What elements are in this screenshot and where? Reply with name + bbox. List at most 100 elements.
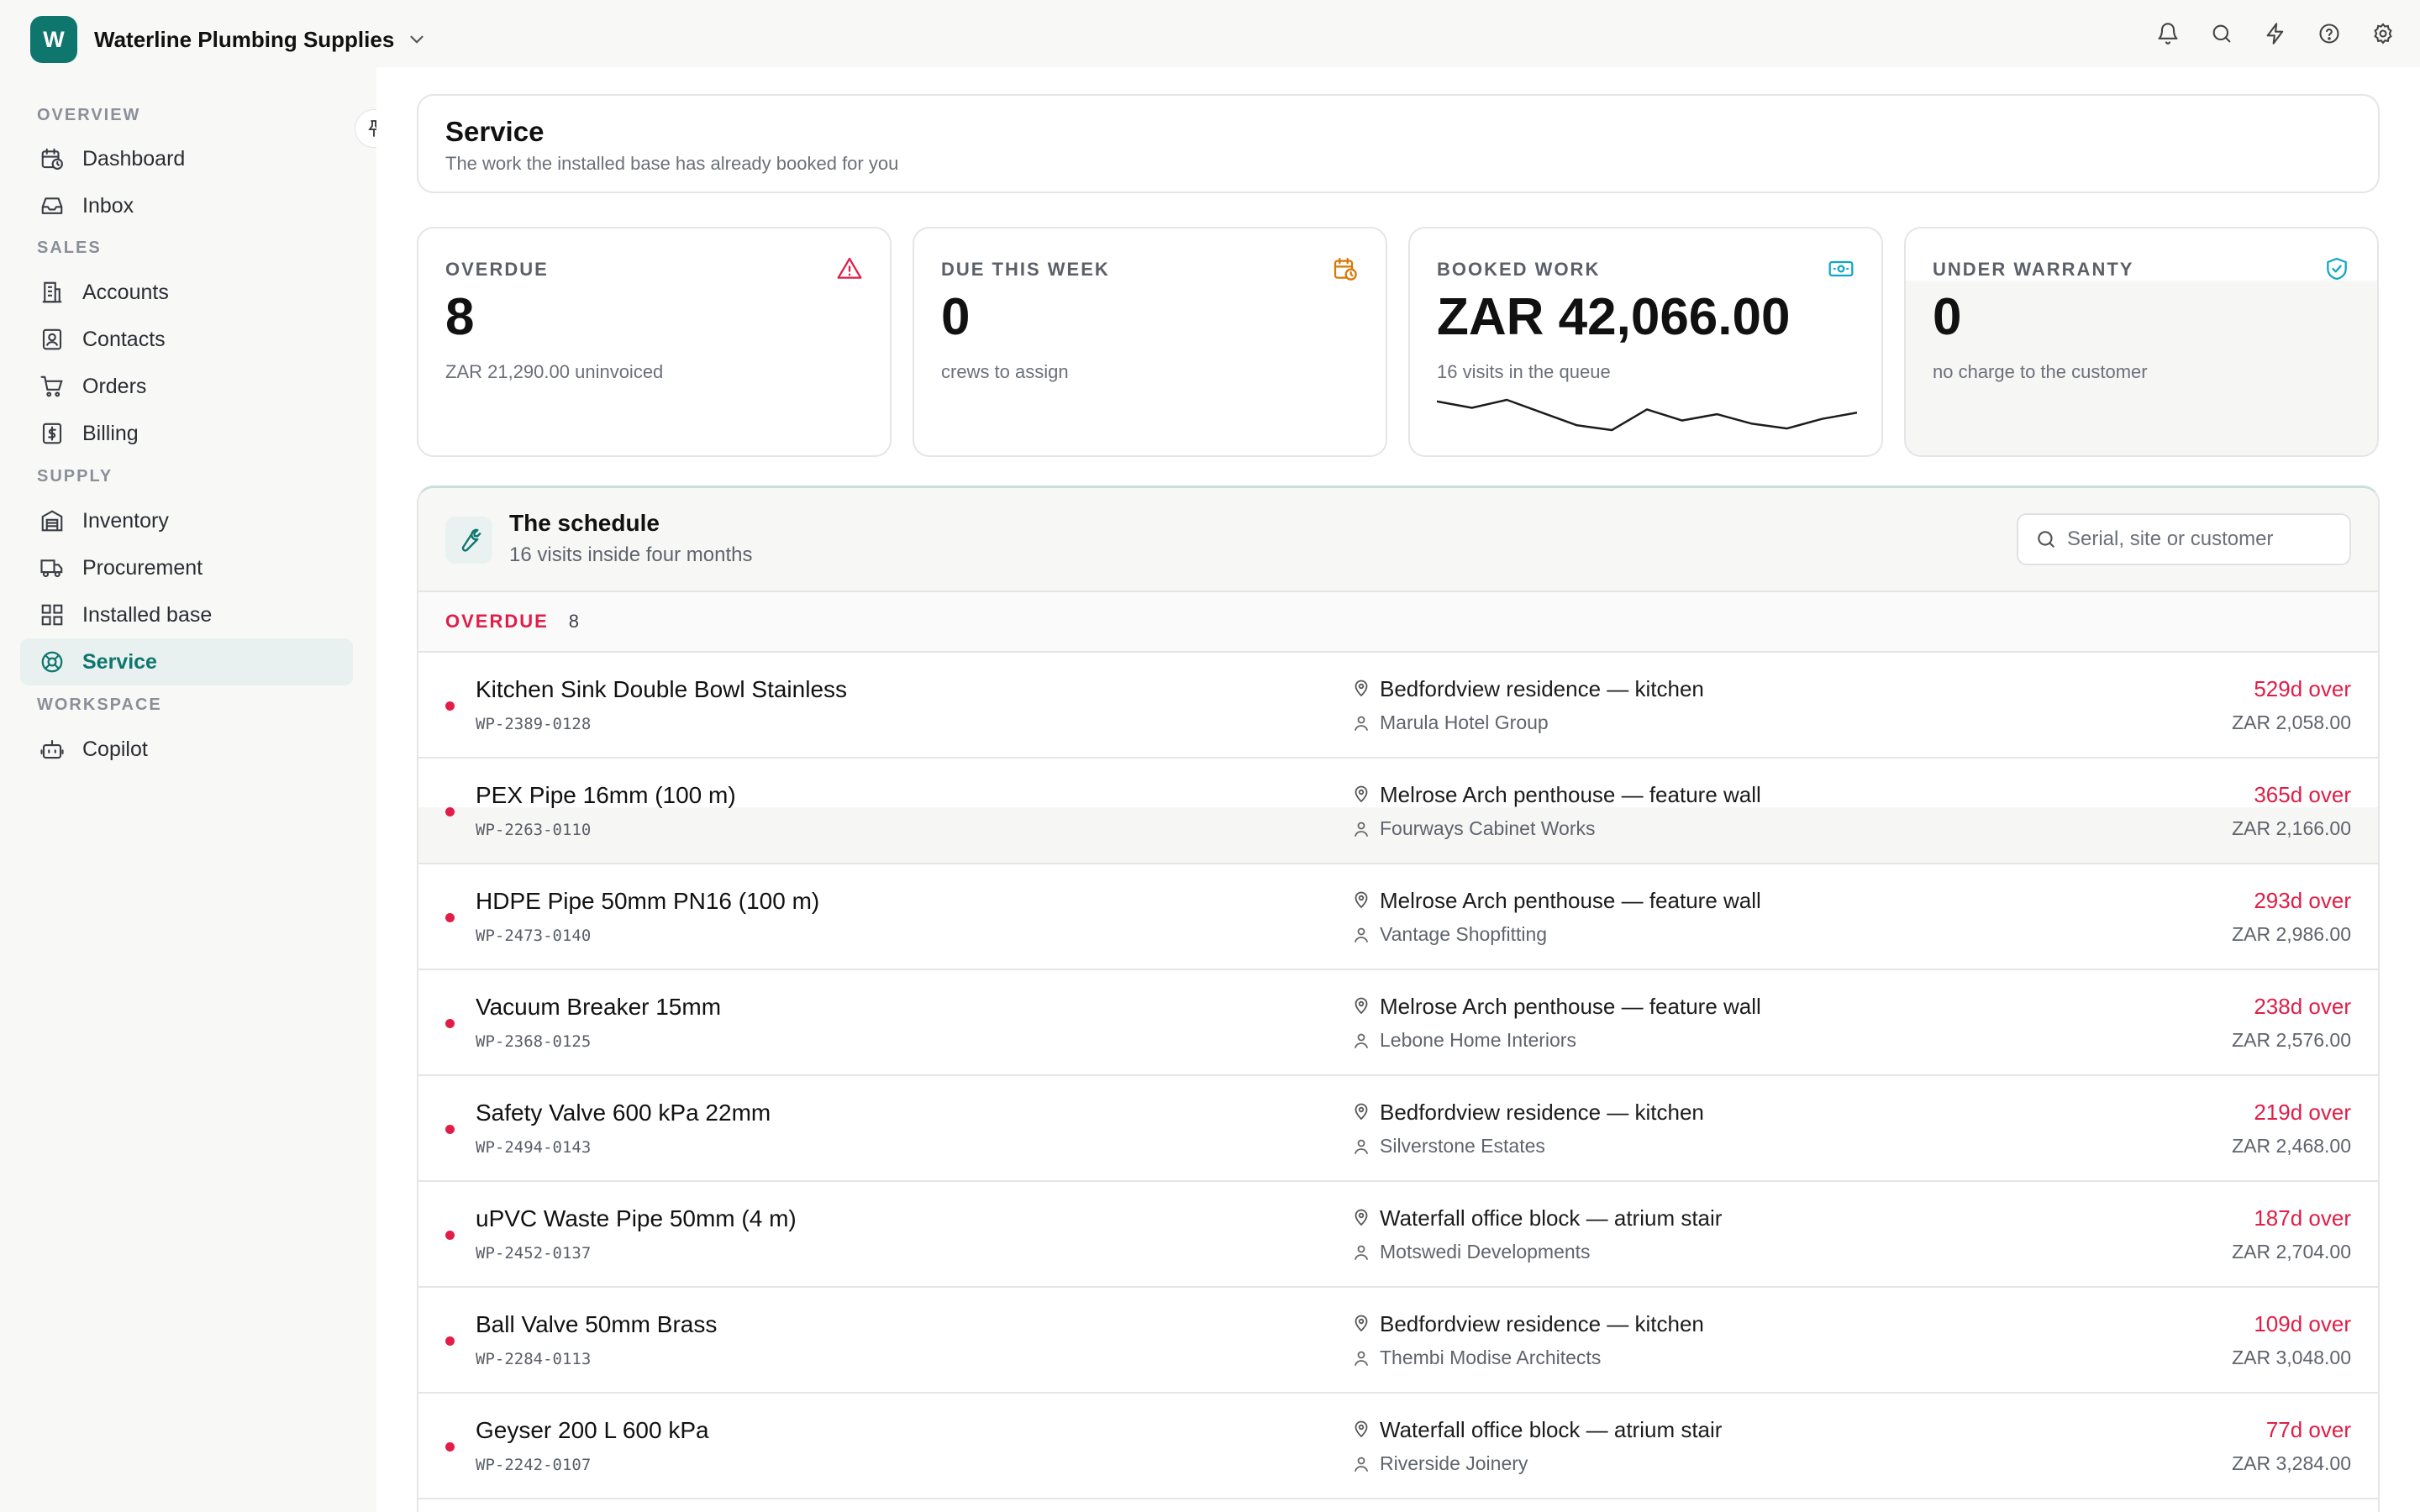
search-input[interactable] xyxy=(2067,528,2344,551)
status-dot xyxy=(445,701,455,711)
person-icon xyxy=(1351,1454,1371,1474)
item-name: Vacuum Breaker 15mm xyxy=(476,994,722,1020)
customer-name: Vantage Shopfitting xyxy=(1380,923,1548,945)
schedule-row[interactable]: HDPE Pipe 50mm PN16 (100 m) WP-2473-0140 M… xyxy=(418,864,2378,970)
sidebar-item-orders[interactable]: Orders xyxy=(20,363,353,410)
help-icon[interactable] xyxy=(2314,18,2344,49)
serial-number: WP-2389-0128 xyxy=(476,715,592,733)
group-count: 8 xyxy=(568,611,580,632)
site-name: Waterfall office block — atrium stair xyxy=(1380,1205,1723,1231)
sidebar-item-label: Accounts xyxy=(82,280,169,304)
sidebar-item-label: Service xyxy=(82,649,157,674)
bell-icon[interactable] xyxy=(2153,18,2183,49)
schedule-row[interactable]: Geyser 200 L 600 kPa WP-2242-0107 Waterfal… xyxy=(418,1394,2378,1499)
grid-icon xyxy=(39,601,66,628)
sidebar-item-installed-base[interactable]: Installed base xyxy=(20,591,353,638)
stat-label: OVERDUE xyxy=(445,259,549,280)
sidebar-item-label: Copilot xyxy=(82,737,148,761)
item-name: PEX Pipe 16mm (100 m) xyxy=(476,782,736,808)
schedule-row[interactable]: Kitchen Sink Double Bowl Stainless WP-238… xyxy=(418,653,2378,759)
customer-name: Lebone Home Interiors xyxy=(1380,1029,1576,1051)
page-title: Service xyxy=(445,116,544,147)
stat-card-booked-work[interactable]: BOOKED WORK ZAR 42,066.00 16 visits in t… xyxy=(1408,227,1883,457)
customer-name: Motswedi Developments xyxy=(1380,1241,1591,1263)
sidebar-item-procurement[interactable]: Procurement xyxy=(20,544,353,591)
serial-number: WP-2494-0143 xyxy=(476,1138,592,1157)
location-pin-icon xyxy=(1351,1419,1371,1439)
site-name: Bedfordview residence — kitchen xyxy=(1380,1100,1704,1125)
schedule-row[interactable]: Safety Valve 600 kPa 22mm WP-2494-0143 Bed… xyxy=(418,1076,2378,1182)
overdue-days: 219d over xyxy=(2254,1100,2351,1125)
stat-label: BOOKED WORK xyxy=(1437,259,1601,280)
schedule-row[interactable]: uPVC Waste Pipe 50mm (4 m) WP-2452-0137 Wa… xyxy=(418,1182,2378,1288)
site-name: Melrose Arch penthouse — feature wall xyxy=(1380,782,1761,807)
section-label-workspace: WORKSPACE xyxy=(37,696,162,714)
gear-icon[interactable] xyxy=(2368,18,2398,49)
schedule-header: The schedule 16 visits inside four month… xyxy=(418,488,2378,592)
serial-number: WP-2284-0113 xyxy=(476,1350,592,1368)
overdue-days: 109d over xyxy=(2254,1311,2351,1336)
item-name: Ball Valve 50mm Brass xyxy=(476,1311,718,1337)
sidebar-item-service[interactable]: Service xyxy=(20,638,353,685)
schedule-search[interactable] xyxy=(2017,513,2351,565)
row-amount: ZAR 2,058.00 xyxy=(2232,711,2351,733)
status-dot xyxy=(445,807,455,816)
customer-name: Fourways Cabinet Works xyxy=(1380,817,1596,839)
item-name: Geyser 200 L 600 kPa xyxy=(476,1417,709,1443)
sparkline-chart xyxy=(1437,398,1857,432)
stat-label: UNDER WARRANTY xyxy=(1933,259,2134,280)
site-name: Bedfordview residence — kitchen xyxy=(1380,1311,1704,1336)
location-pin-icon xyxy=(1351,784,1371,804)
schedule-row[interactable]: Vacuum Breaker 15mm WP-2368-0125 Melrose A… xyxy=(418,970,2378,1076)
stat-card-under-warranty[interactable]: UNDER WARRANTY 0 no charge to the custom… xyxy=(1904,227,2379,457)
sidebar-item-inventory[interactable]: Inventory xyxy=(20,497,353,544)
site-name: Bedfordview residence — kitchen xyxy=(1380,676,1704,701)
org-logo[interactable]: W xyxy=(30,16,77,63)
stat-value: 0 xyxy=(941,288,971,346)
sidebar-item-label: Contacts xyxy=(82,327,166,351)
calendar-clock-icon xyxy=(1332,255,1360,284)
contact-icon xyxy=(39,326,66,353)
schedule-row[interactable]: PEX Pipe 16mm (100 m) WP-2263-0110 Melrose… xyxy=(418,759,2378,864)
page-subtitle: The work the installed base has already … xyxy=(445,153,899,174)
sidebar-item-label: Installed base xyxy=(82,602,213,627)
location-pin-icon xyxy=(1351,995,1371,1016)
bolt-icon[interactable] xyxy=(2260,18,2291,49)
serial-number: WP-2452-0137 xyxy=(476,1244,592,1263)
sidebar-item-contacts[interactable]: Contacts xyxy=(20,316,353,363)
overdue-days: 529d over xyxy=(2254,676,2351,701)
stat-card-overdue[interactable]: OVERDUE 8 ZAR 21,290.00 uninvoiced xyxy=(417,227,892,457)
warning-icon xyxy=(836,255,865,284)
item-name: Safety Valve 600 kPa 22mm xyxy=(476,1100,771,1126)
org-name[interactable]: Waterline Plumbing Supplies xyxy=(94,27,394,53)
schedule-row[interactable]: Ball Valve 50mm Brass WP-2284-0113 Bedford… xyxy=(418,1288,2378,1394)
truck-icon xyxy=(39,554,66,581)
cart-icon xyxy=(39,373,66,400)
site-name: Melrose Arch penthouse — feature wall xyxy=(1380,888,1761,913)
group-header-overdue[interactable]: OVERDUE 8 xyxy=(418,592,2378,653)
sparkline-line xyxy=(1437,398,1857,432)
row-amount: ZAR 3,048.00 xyxy=(2232,1347,2351,1368)
section-label-sales: SALES xyxy=(37,239,102,257)
sidebar-item-inbox[interactable]: Inbox xyxy=(20,182,353,229)
stat-card-due-this-week[interactable]: DUE THIS WEEK 0 crews to assign xyxy=(913,227,1387,457)
sidebar-item-copilot[interactable]: Copilot xyxy=(20,726,353,773)
row-amount: ZAR 2,468.00 xyxy=(2232,1135,2351,1157)
person-icon xyxy=(1351,1242,1371,1263)
sidebar-item-accounts[interactable]: Accounts xyxy=(20,269,353,316)
sidebar-item-billing[interactable]: Billing xyxy=(20,410,353,457)
stat-subtext: crews to assign xyxy=(941,361,1069,383)
status-dot xyxy=(445,1442,455,1452)
sidebar: OVERVIEW Dashboard Inbox SALES Accounts … xyxy=(0,79,376,1512)
overdue-days: 293d over xyxy=(2254,888,2351,913)
sidebar-item-label: Billing xyxy=(82,421,139,445)
status-dot xyxy=(445,913,455,922)
sidebar-item-label: Inventory xyxy=(82,508,169,533)
search-icon[interactable] xyxy=(2207,18,2237,49)
chevron-down-icon[interactable] xyxy=(406,29,428,50)
sidebar-item-dashboard[interactable]: Dashboard xyxy=(20,135,353,182)
sidebar-item-label: Procurement xyxy=(82,555,203,580)
stat-subtext: ZAR 21,290.00 uninvoiced xyxy=(445,361,664,383)
stat-subtext: 16 visits in the queue xyxy=(1437,361,1611,383)
page-header: Service The work the installed base has … xyxy=(417,94,2380,193)
